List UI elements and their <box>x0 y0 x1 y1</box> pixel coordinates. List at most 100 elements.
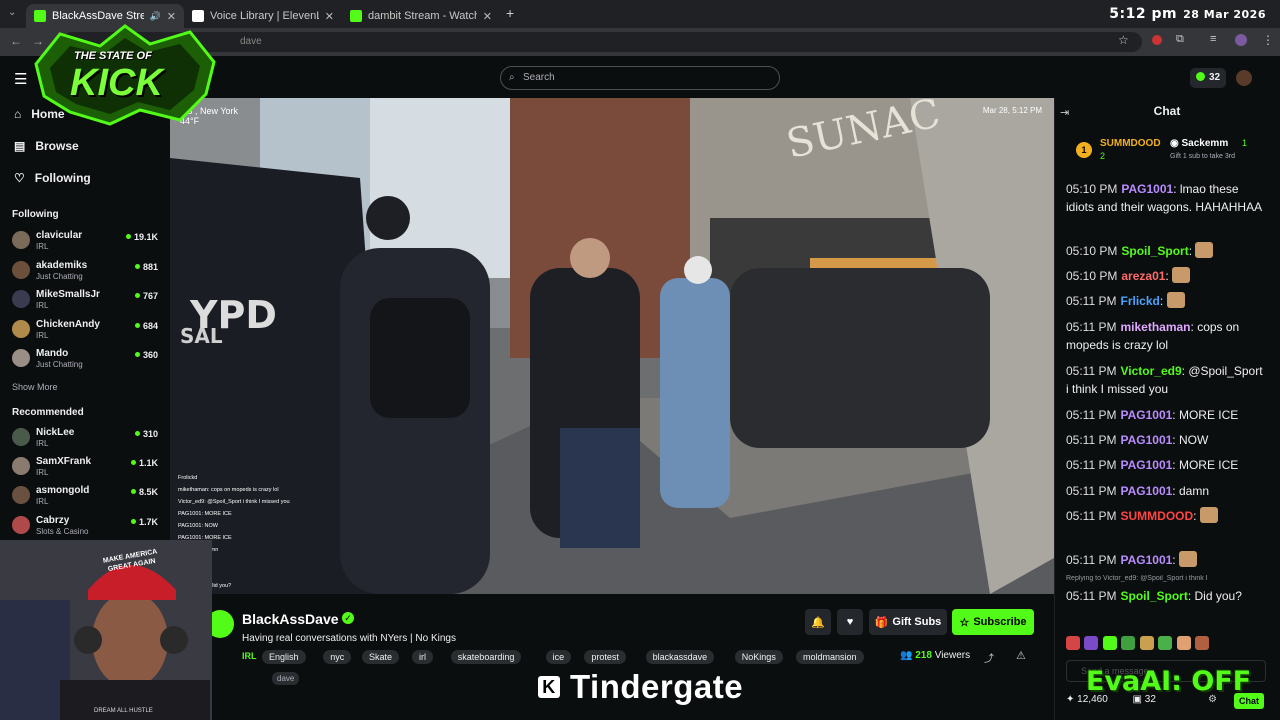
chat-settings-icon[interactable]: ⚙ <box>1208 694 1217 705</box>
message-user[interactable]: PAG1001 <box>1120 458 1172 472</box>
message-user[interactable]: mikethaman <box>1120 320 1190 334</box>
coin-icon <box>1196 72 1205 81</box>
playlist-icon[interactable]: ≡ <box>1210 33 1216 45</box>
message-time: 05:10 PM <box>1066 269 1118 283</box>
tab-list-icon[interactable]: ⌄ <box>8 7 16 18</box>
channel-name[interactable]: BlackAssDave <box>242 611 339 627</box>
close-tab-icon[interactable]: ✕ <box>167 10 176 23</box>
message-user[interactable]: areza01 <box>1121 269 1165 283</box>
tindergate-text: Tindergate <box>570 668 744 705</box>
tag-chip[interactable]: protest <box>584 650 626 664</box>
nav-browse[interactable]: ▤ Browse <box>14 139 79 153</box>
leader-user[interactable]: SUMMDOOD <box>1100 138 1161 149</box>
search-icon: ⌕ <box>509 72 515 83</box>
message-user[interactable]: PAG1001 <box>1120 484 1172 498</box>
sidebar-channel[interactable]: akademiks Just Chatting 881 <box>12 258 162 284</box>
message-user[interactable]: Spoil_Sport <box>1121 244 1188 258</box>
message-time: 05:10 PM <box>1066 182 1118 196</box>
search-input[interactable]: ⌕ Search <box>500 66 780 90</box>
tab-dambit[interactable]: dambit Stream - Watch Live on ✕ <box>342 4 500 28</box>
message-user[interactable]: Victor_ed9 <box>1120 364 1181 378</box>
share-icon[interactable]: ⤴ <box>984 650 994 665</box>
state-of-kick-logo: THE STATE OF KICK <box>30 24 220 128</box>
sidebar-channel[interactable]: NickLee IRL 310 <box>12 425 162 451</box>
message-user[interactable]: PAG1001 <box>1120 433 1172 447</box>
extensions-puzzle-icon[interactable]: ⧉ <box>1176 33 1184 46</box>
emote-bar[interactable] <box>1066 634 1266 650</box>
sidebar-channel[interactable]: asmongold IRL 8.5K <box>12 483 162 509</box>
sidebar-channel[interactable]: clavicular IRL 19.1K <box>12 228 162 254</box>
channel-avatar <box>12 428 30 446</box>
close-tab-icon[interactable]: ✕ <box>325 10 334 23</box>
emote-icon[interactable] <box>1195 636 1210 650</box>
mute-icon[interactable]: 🔊 <box>150 11 161 22</box>
message-user[interactable]: PAG1001 <box>1121 182 1173 196</box>
tag-chip[interactable]: moldmansion <box>796 650 864 664</box>
send-chat-button[interactable]: Chat <box>1234 693 1264 709</box>
new-tab-button[interactable]: + <box>506 5 514 21</box>
kick-coins-badge[interactable]: 32 <box>1190 68 1226 88</box>
nav-following[interactable]: ♡ Following <box>14 171 91 185</box>
second-user[interactable]: ◉ Sackemm <box>1170 138 1228 149</box>
sidebar-channel[interactable]: ChickenAndy IRL 684 <box>12 317 162 343</box>
tag-chip[interactable]: ice <box>545 650 572 664</box>
sidebar-channel[interactable]: Cabrzy Slots & Casino 1.7K <box>12 513 162 539</box>
stream-title: Having real conversations with NYers | N… <box>242 633 456 644</box>
message-user[interactable]: PAG1001 <box>1120 408 1172 422</box>
tag-chip[interactable]: blackassdave <box>645 650 715 664</box>
tag-chip[interactable]: skateboarding <box>450 650 522 664</box>
message-user[interactable]: PAG1001 <box>1120 553 1172 567</box>
address-field[interactable]: dave <box>62 32 1142 52</box>
profile-avatar[interactable] <box>1235 34 1247 46</box>
tag-chip[interactable]: nyc <box>323 650 352 664</box>
emote-icon[interactable] <box>1084 636 1099 650</box>
browser-menu-icon[interactable]: ⋮ <box>1262 33 1274 47</box>
close-tab-icon[interactable]: ✕ <box>483 10 492 23</box>
show-more-link[interactable]: Show More <box>12 382 58 392</box>
emote-icon[interactable] <box>1121 636 1136 650</box>
notification-bell-button[interactable]: 🔔 <box>805 609 831 635</box>
live-dot-icon <box>130 460 136 466</box>
category-link[interactable]: IRL <box>242 651 257 661</box>
tag-chip[interactable]: English <box>262 650 306 664</box>
gift-subs-button[interactable]: 🎁 Gift Subs <box>869 609 947 635</box>
message-user[interactable]: Frlickd <box>1120 294 1159 308</box>
chat-message: 05:11 PM Victor_ed9: @Spoil_Sport i think… <box>1066 364 1263 396</box>
tag-chip[interactable]: NoKings <box>734 650 783 664</box>
channel-avatar <box>12 515 30 534</box>
emote-icon[interactable] <box>1139 636 1154 650</box>
report-icon[interactable]: ⚠ <box>1016 649 1026 662</box>
message-time: 05:11 PM <box>1066 433 1117 447</box>
star-icon: ☆ <box>959 616 970 629</box>
follow-heart-button[interactable]: ♥ <box>837 609 863 635</box>
bookmark-star-icon[interactable]: ☆ <box>1118 33 1129 47</box>
message-user[interactable]: Spoil_Sport <box>1120 589 1187 603</box>
channel-category: Just Chatting <box>36 271 83 281</box>
points-icon[interactable]: ✦ <box>1066 694 1074 705</box>
elevenlabs-favicon-icon <box>192 10 204 22</box>
channel-name: asmongold <box>36 485 90 497</box>
channel-viewers: 310 <box>134 429 158 439</box>
user-avatar[interactable] <box>1236 70 1252 86</box>
sidebar-channel[interactable]: SamXFrank IRL 1.1K <box>12 454 162 480</box>
sidebar-channel[interactable]: Mando Just Chatting 360 <box>12 346 162 372</box>
back-icon[interactable]: ← <box>10 34 22 48</box>
emote-icon[interactable] <box>1176 636 1191 650</box>
tag-chip[interactable]: irl <box>412 650 433 664</box>
channel-viewers: 360 <box>134 350 158 360</box>
tag-chip[interactable]: dave <box>272 672 300 685</box>
chat-message: 05:11 PM PAG1001: MORE ICE <box>1066 458 1239 472</box>
gift-box-icon[interactable]: ▣ <box>1133 694 1142 705</box>
hamburger-menu-icon[interactable]: ☰ <box>14 70 27 88</box>
sidebar-channel[interactable]: MikeSmallsJr IRL 767 <box>12 287 162 313</box>
sub-leaderboard: 1 SUMMDOOD 2 ◉ Sackemm 1 Gift 1 sub to t… <box>1066 134 1262 170</box>
second-count: 1 <box>1242 138 1248 148</box>
emote-icon[interactable] <box>1158 636 1173 650</box>
emote-icon[interactable] <box>1066 636 1080 650</box>
emote-icon[interactable] <box>1102 636 1117 650</box>
message-user[interactable]: SUMMDOOD <box>1120 509 1193 523</box>
tag-chip[interactable]: Skate <box>362 650 400 664</box>
live-dot-icon <box>134 352 140 357</box>
extension-icon[interactable] <box>1152 35 1162 45</box>
subscribe-button[interactable]: ☆ Subscribe <box>952 609 1034 635</box>
